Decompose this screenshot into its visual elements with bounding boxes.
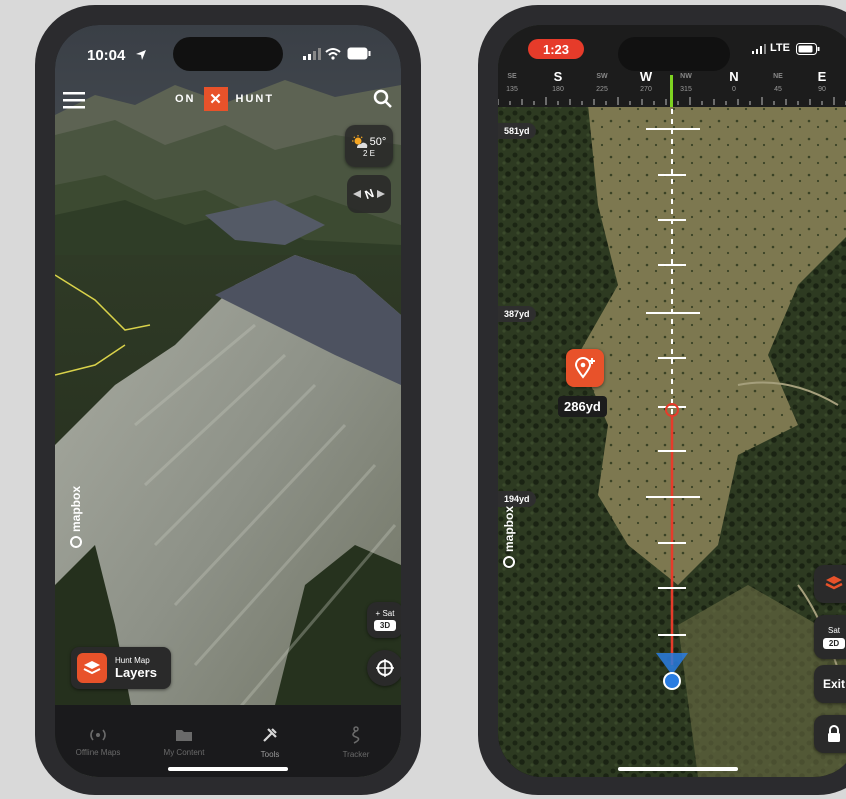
sat-label: Sat	[827, 625, 840, 635]
distance-label-bottom: 194yd	[498, 491, 536, 507]
layers-label: Layers	[115, 665, 157, 680]
mapbox-icon	[503, 556, 516, 569]
logo-x-mark: ✕	[203, 87, 228, 111]
waypoint-marker[interactable]	[566, 349, 604, 387]
sat-3d-value: 3D	[373, 620, 397, 631]
weather-wind: 2 E	[362, 148, 375, 158]
logo-text-hunt: HUNT	[235, 93, 275, 105]
compass-button[interactable]: N	[347, 175, 391, 213]
wifi-icon	[325, 47, 341, 60]
location-arrow-icon	[135, 49, 147, 61]
phone-left: 10:04 ON ✕ HUNT 50° 2 E N mapbox + Sat 3…	[35, 5, 421, 795]
tools-icon	[261, 726, 279, 750]
phone-right: SE 135 S 180 SW 225 W 270 NW 315 N 0 NE 45 E 90 1:23 LT…	[478, 5, 846, 795]
mapbox-label: mapbox	[69, 485, 84, 533]
lock-button[interactable]	[814, 715, 846, 753]
distance-label-top: 581yd	[498, 123, 536, 139]
home-indicator	[168, 767, 288, 771]
mapbox-icon	[70, 536, 83, 549]
layers-icon	[77, 653, 107, 683]
measure-line	[646, 109, 700, 690]
sat-3d-toggle[interactable]: + Sat 3D	[367, 602, 401, 638]
layers-sublabel: Hunt Map	[115, 656, 150, 665]
3d-map-screen: 10:04 ON ✕ HUNT 50° 2 E N mapbox + Sat 3…	[55, 25, 401, 777]
home-indicator	[618, 767, 738, 771]
onx-hunt-logo: ON ✕ HUNT	[175, 87, 274, 111]
distance-label-mid: 387yd	[498, 306, 536, 322]
sat-2d-value: 2D	[822, 637, 846, 649]
lock-icon	[826, 725, 842, 743]
mapbox-attribution: mapbox	[502, 505, 517, 569]
crosshair-icon	[375, 658, 395, 678]
layers-icon	[824, 574, 844, 594]
exit-label: Exit	[822, 677, 845, 691]
folder-icon	[175, 728, 193, 748]
nav-tools-label: Tools	[260, 749, 280, 759]
nav-offline-maps-label: Offline Maps	[75, 747, 121, 757]
measure-map-screen: SE 135 S 180 SW 225 W 270 NW 315 N 0 NE 45 E 90 1:23 LT…	[498, 25, 846, 777]
nav-tracker[interactable]: Tracker	[313, 707, 399, 777]
sat-2d-toggle[interactable]: Sat 2D	[814, 615, 846, 659]
nav-my-content-label: My Content	[163, 747, 205, 757]
locate-button[interactable]	[367, 650, 401, 686]
search-icon[interactable]	[373, 89, 393, 109]
tracker-icon	[348, 725, 364, 750]
sun-cloud-icon	[351, 134, 368, 149]
waypoint-distance: 286yd	[558, 396, 607, 417]
offline-maps-icon	[89, 728, 107, 748]
layers-button[interactable]	[814, 565, 846, 603]
menu-icon[interactable]	[63, 90, 85, 110]
logo-text-on: ON	[175, 93, 196, 105]
weather-temp: 50°	[369, 135, 387, 148]
nav-offline-maps[interactable]: Offline Maps	[55, 707, 141, 777]
dynamic-island	[173, 37, 283, 71]
nav-tracker-label: Tracker	[342, 749, 370, 759]
add-waypoint-icon	[574, 357, 596, 379]
battery-icon	[347, 47, 371, 60]
mapbox-attribution: mapbox	[69, 485, 84, 549]
signal-icon	[303, 48, 321, 60]
sat-label: + Sat	[375, 609, 395, 618]
mapbox-label: mapbox	[502, 505, 517, 553]
layers-button[interactable]: Hunt Map Layers	[71, 647, 171, 689]
status-time: 10:04	[87, 47, 126, 64]
exit-button[interactable]: Exit	[814, 665, 846, 703]
weather-widget[interactable]: 50° 2 E	[345, 125, 393, 167]
